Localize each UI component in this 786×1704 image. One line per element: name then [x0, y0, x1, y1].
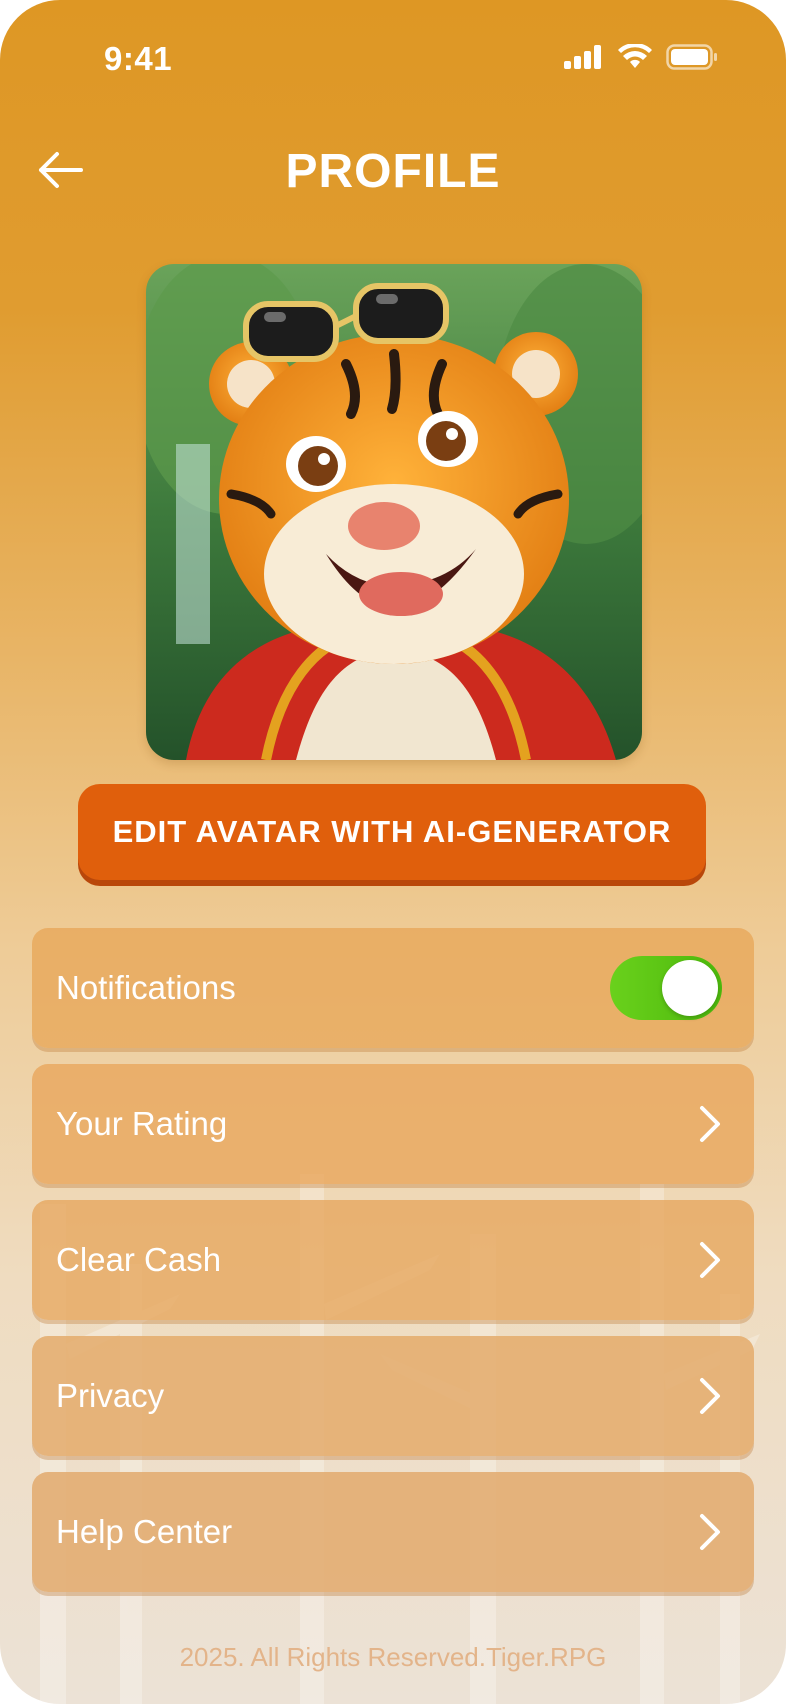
toggle-knob — [662, 960, 718, 1016]
settings-item-notifications[interactable]: Notifications — [32, 928, 754, 1048]
edit-avatar-button[interactable]: EDIT AVATAR WITH AI-GENERATOR — [78, 784, 706, 880]
settings-item-help-center[interactable]: Help Center — [32, 1472, 754, 1592]
chevron-right-icon — [700, 1242, 720, 1278]
settings-item-label: Help Center — [56, 1513, 233, 1550]
settings-list: Notifications Your Rating Clear Cash Pri… — [32, 928, 754, 1608]
status-time: 9:41 — [104, 40, 173, 77]
settings-item-label: Privacy — [56, 1377, 165, 1414]
chevron-right-icon — [700, 1106, 720, 1142]
settings-item-label: Your Rating — [56, 1105, 228, 1142]
notifications-toggle[interactable] — [610, 956, 722, 1020]
settings-item-clear-cash[interactable]: Clear Cash — [32, 1200, 754, 1320]
settings-item-label: Notifications — [56, 969, 236, 1006]
status-icons — [564, 44, 718, 70]
status-bar: 9:41 — [0, 0, 786, 115]
tiger-avatar-illustration — [146, 264, 642, 760]
chevron-right-icon — [700, 1514, 720, 1550]
settings-item-label: Clear Cash — [56, 1241, 222, 1278]
page-title: PROFILE — [285, 145, 501, 198]
copyright-footer: 2025. All Rights Reserved.Tiger.RPG — [179, 1642, 607, 1672]
avatar-image[interactable] — [146, 264, 642, 760]
profile-screen: 9:41 PROFILE EDIT AVATAR WITH AI-GENERAT… — [0, 0, 786, 1704]
wifi-icon — [618, 44, 652, 68]
battery-icon — [666, 44, 717, 70]
signal-icon — [564, 45, 601, 69]
settings-item-privacy[interactable]: Privacy — [32, 1336, 754, 1456]
settings-item-your-rating[interactable]: Your Rating — [32, 1064, 754, 1184]
chevron-right-icon — [700, 1378, 720, 1414]
